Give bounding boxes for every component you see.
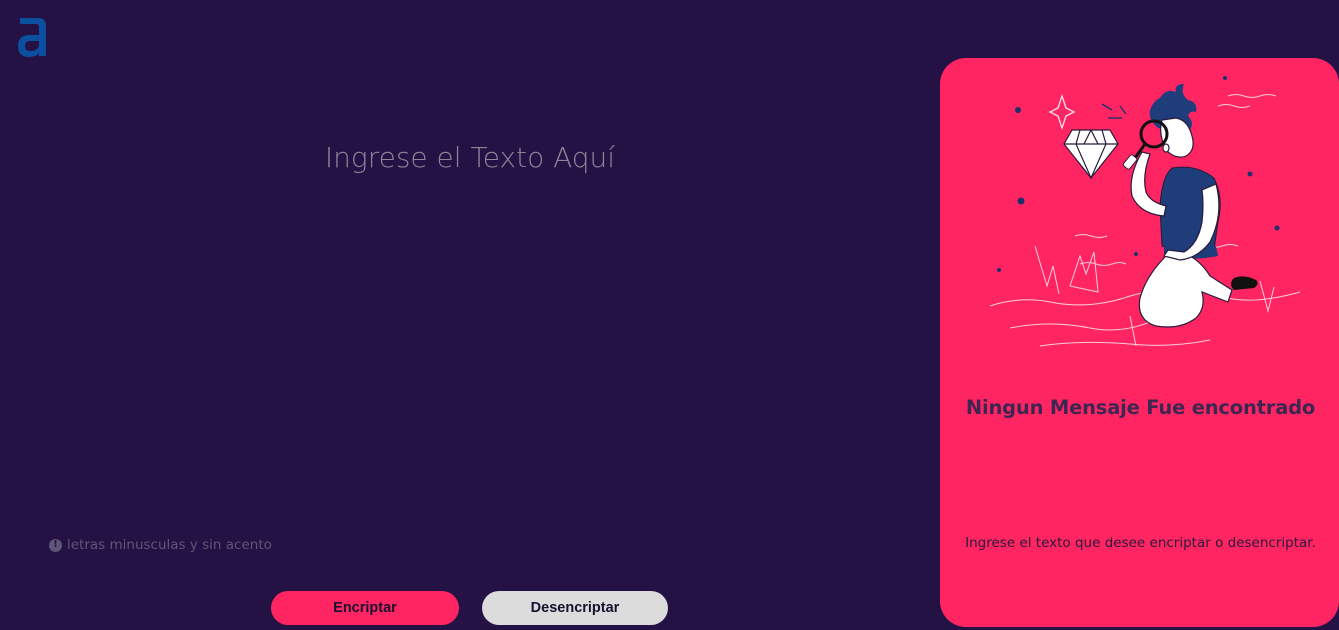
exclamation-circle-icon: !: [49, 538, 62, 552]
decrypt-button[interactable]: Desencriptar: [482, 591, 668, 625]
encrypt-button[interactable]: Encriptar: [271, 591, 459, 625]
text-input[interactable]: [40, 130, 900, 510]
letter-a-logo-icon[interactable]: [14, 12, 50, 60]
encryptor-page: ! letras minusculas y sin acento Encript…: [0, 0, 1339, 630]
output-panel: Ningun Mensaje Fue encontrado Ingrese el…: [940, 58, 1339, 627]
panel-title: Ningun Mensaje Fue encontrado: [965, 396, 1316, 419]
hint-text: letras minusculas y sin acento: [67, 537, 272, 553]
person-with-magnifier-examining-diamond-illustration: [989, 76, 1301, 347]
panel-subtitle: Ingrese el texto que desee encriptar o d…: [965, 535, 1316, 551]
input-hint: ! letras minusculas y sin acento: [49, 537, 272, 553]
